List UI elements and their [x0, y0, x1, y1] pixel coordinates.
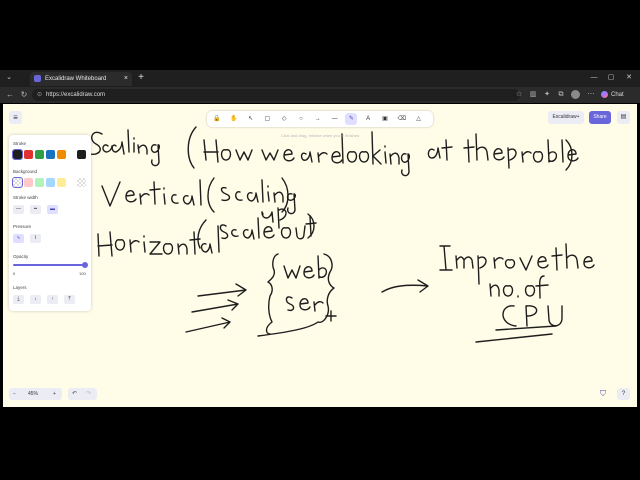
stroke-color-swatch[interactable]: [46, 150, 55, 159]
current-stroke-color[interactable]: [77, 150, 86, 159]
background-color-swatch[interactable]: [24, 178, 33, 187]
tool-image-icon[interactable]: ▣: [379, 113, 391, 125]
shield-icon[interactable]: ⛉: [600, 389, 609, 399]
stroke-open-brace: [265, 253, 279, 335]
stroke-width-extra-bold[interactable]: ▬: [47, 205, 58, 214]
stroke-color-swatch[interactable]: [12, 149, 23, 160]
opacity-label: Opacity: [13, 254, 29, 259]
tool-ellipse-icon[interactable]: ○: [295, 113, 307, 125]
stroke-underline-2: [475, 333, 553, 343]
stroke-no: [489, 275, 549, 299]
stroke-at: [427, 139, 453, 161]
undo-button[interactable]: ↶: [72, 388, 77, 400]
stroke-width-bold[interactable]: ━: [30, 205, 41, 214]
properties-panel: Stroke Background Stroke width — ━ ▬ Pre…: [9, 135, 91, 311]
pressure-fixed-button[interactable]: ⌇: [30, 234, 41, 243]
tool-draw-icon[interactable]: ✎: [345, 113, 358, 125]
stroke-looking: [341, 131, 411, 177]
stroke-arrow-mid: [381, 279, 429, 293]
stroke-are: [300, 151, 343, 164]
stroke-the: [463, 133, 505, 163]
stroke-how: [203, 139, 253, 163]
pressure-label: Pressure: [13, 224, 32, 229]
tool-toolbar: 🔒 ✋ ↖ ▢ ◇ ○ → — ✎ A ▣ ⌫ △: [207, 111, 433, 127]
zoom-out-button[interactable]: −: [13, 388, 16, 400]
share-button[interactable]: Share: [589, 111, 611, 124]
opacity-max: 100: [79, 271, 86, 276]
stroke-problem: [507, 139, 579, 169]
stroke-horizontal: [97, 225, 220, 257]
tool-more-icon[interactable]: △: [413, 113, 425, 125]
stroke-color-swatch[interactable]: [57, 150, 66, 159]
redo-button[interactable]: ↷: [86, 388, 91, 400]
pressure-sensitive-button[interactable]: ∿: [13, 234, 24, 243]
zoom-controls: − 45% +: [9, 388, 62, 400]
opacity-min: 0: [13, 271, 16, 276]
bring-forward-icon[interactable]: ↑: [47, 295, 58, 304]
tool-line-icon[interactable]: —: [329, 113, 341, 125]
stroke-the-2: [551, 243, 595, 271]
tool-hint: Click and drag, release when you're fini…: [280, 133, 360, 138]
background-label: Background: [13, 169, 38, 174]
opacity-slider[interactable]: [13, 264, 87, 266]
background-color-swatch[interactable]: [46, 178, 55, 187]
tool-eraser-icon[interactable]: ⌫: [396, 113, 408, 125]
stroke-improve: [439, 245, 549, 285]
send-to-back-icon[interactable]: ⤓: [13, 295, 24, 304]
stroke-open-paren: [187, 126, 197, 169]
tool-lock-icon[interactable]: 🔒: [211, 113, 223, 125]
tool-rectangle-icon[interactable]: ▢: [261, 113, 273, 125]
stroke-web: [283, 255, 328, 279]
main-menu-button[interactable]: ≡: [9, 111, 22, 124]
background-color-swatch[interactable]: [12, 177, 23, 188]
stroke-open-paren-2: [207, 177, 215, 213]
bring-to-front-icon[interactable]: ⤒: [64, 295, 75, 304]
stroke-arrow-1: [197, 283, 247, 297]
layers-label: Layers: [13, 285, 27, 290]
zoom-level[interactable]: 45%: [28, 388, 38, 400]
background-color-swatch[interactable]: [35, 178, 44, 187]
opacity-slider-handle[interactable]: [82, 262, 88, 268]
stroke-scale-out: [219, 215, 317, 240]
stroke-we: [261, 149, 295, 162]
tool-hand-icon[interactable]: ✋: [228, 113, 240, 125]
stroke-server: [285, 296, 324, 312]
send-backward-icon[interactable]: ↓: [30, 295, 41, 304]
stroke-scaling: [89, 129, 161, 167]
excalidraw-plus-button[interactable]: Excalidraw+: [548, 111, 584, 124]
stroke-color-swatch[interactable]: [24, 150, 33, 159]
stroke-width-label: Stroke width: [13, 195, 38, 200]
stroke-underline-1: [495, 325, 557, 331]
background-color-swatch[interactable]: [57, 178, 66, 187]
stroke-cpu: [502, 305, 563, 327]
stroke-color-swatch[interactable]: [35, 150, 44, 159]
tool-selection-icon[interactable]: ↖: [245, 113, 257, 125]
stroke-width-thin[interactable]: —: [13, 205, 24, 214]
tool-text-icon[interactable]: A: [362, 113, 374, 125]
zoom-in-button[interactable]: +: [53, 388, 56, 400]
undo-redo-controls: ↶ ↷: [68, 388, 97, 400]
help-button[interactable]: ?: [617, 388, 630, 400]
stroke-vertical: [101, 179, 202, 207]
stroke-arrow-2: [191, 299, 239, 313]
tool-arrow-icon[interactable]: →: [312, 113, 324, 125]
freehand-drawing: [89, 126, 595, 343]
tool-diamond-icon[interactable]: ◇: [278, 113, 290, 125]
stroke-arrow-3: [185, 317, 231, 333]
current-background-color[interactable]: [77, 178, 86, 187]
library-button[interactable]: ▤: [617, 111, 630, 124]
stroke-label: Stroke: [13, 141, 27, 146]
